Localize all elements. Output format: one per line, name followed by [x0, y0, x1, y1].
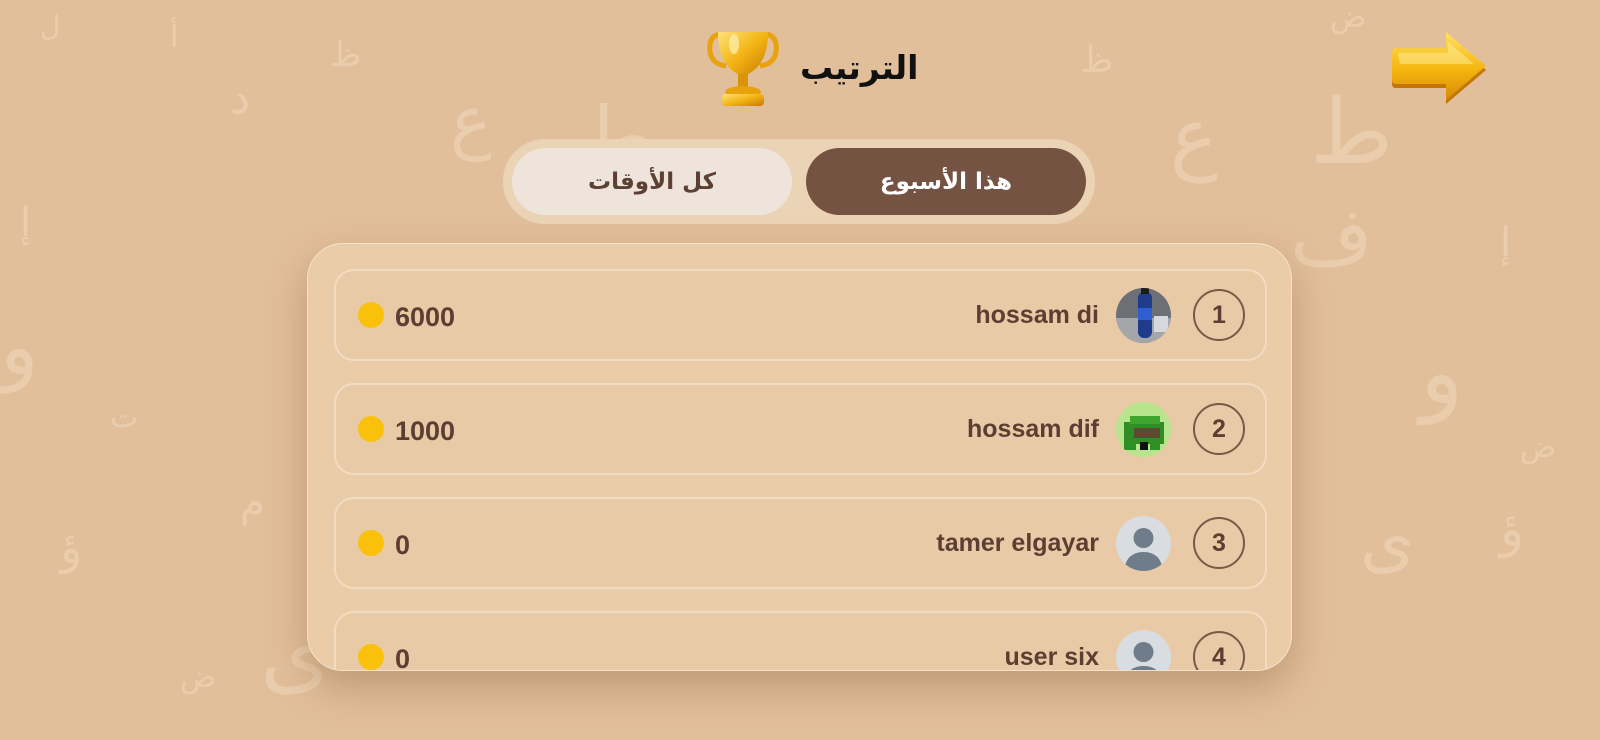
tab-label: هذا الأسبوع [879, 168, 1013, 195]
player-score: 0 [395, 643, 411, 671]
tab-this-week[interactable]: هذا الأسبوع [806, 148, 1086, 215]
period-tabs: هذا الأسبوع كل الأوقات [503, 139, 1095, 224]
player-score: 6000 [395, 301, 456, 332]
rank-badge: 2 [1193, 403, 1245, 455]
leaderboard-row[interactable]: 4 user six 0 [334, 611, 1267, 671]
coin-icon [358, 644, 384, 670]
page-title: الترتيب [800, 48, 919, 87]
coin-icon [358, 416, 384, 442]
player-name: hossam dif [967, 414, 1099, 443]
player-score: 1000 [395, 415, 456, 446]
player-score: 0 [395, 529, 411, 560]
rank-badge: 3 [1193, 517, 1245, 569]
user-avatar-icon [1116, 630, 1171, 670]
player-name: user six [1004, 642, 1099, 671]
leaderboard-panel[interactable]: 1 hossam di 6000 2 hossam dif 1000 3 tam… [307, 243, 1292, 671]
user-avatar-icon [1116, 516, 1171, 571]
avatar [1116, 402, 1171, 457]
leaderboard-row[interactable]: 2 hossam dif 1000 [334, 383, 1267, 475]
tab-label: كل الأوقات [587, 168, 717, 195]
arrow-right-icon [1392, 32, 1486, 104]
leaderboard-row[interactable]: 3 tamer elgayar 0 [334, 497, 1267, 589]
player-name: hossam di [975, 300, 1099, 329]
player-name: tamer elgayar [936, 528, 1099, 557]
header: الترتيب [700, 28, 920, 113]
coin-icon [358, 302, 384, 328]
rank-badge: 1 [1193, 289, 1245, 341]
back-button[interactable] [1390, 26, 1490, 108]
leaderboard-row[interactable]: 1 hossam di 6000 [334, 269, 1267, 361]
rank-badge: 4 [1193, 631, 1245, 670]
coin-icon [358, 530, 384, 556]
avatar [1116, 288, 1171, 343]
tab-all-time[interactable]: كل الأوقات [512, 148, 792, 215]
trophy-icon [700, 28, 786, 117]
